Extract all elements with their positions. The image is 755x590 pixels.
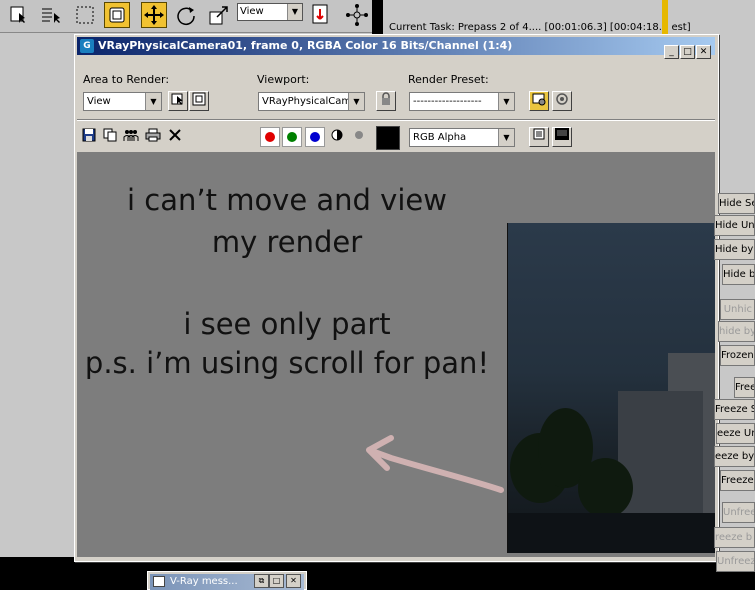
annotation-line-2: my render — [211, 225, 363, 259]
arrow-annotation — [366, 435, 504, 493]
clone-icon[interactable] — [102, 128, 118, 144]
blue-channel-toggle[interactable] — [305, 127, 325, 147]
command-panel-button[interactable]: Free — [734, 377, 755, 398]
rectangular-selection-icon[interactable] — [72, 2, 98, 28]
render-window-titlebar[interactable]: G VRayPhysicalCamera01, frame 0, RGBA Co… — [77, 37, 715, 59]
command-panel-button[interactable]: Hide b — [722, 264, 755, 285]
render-viewport[interactable]: i can’t move and view my render i see on… — [77, 152, 715, 557]
chevron-down-icon: ▼ — [348, 93, 364, 110]
display-channel-dropdown[interactable]: RGB Alpha ▼ — [409, 128, 515, 147]
status-panel: Current Task: Prepass 2 of 4.... [00:01:… — [383, 0, 755, 36]
chevron-down-icon: ▼ — [287, 4, 302, 20]
red-channel-toggle[interactable] — [260, 127, 280, 147]
render-setup-icon[interactable] — [529, 91, 549, 111]
vray-message-title: V-Ray mess... — [170, 576, 238, 587]
environment-icon[interactable] — [552, 91, 572, 111]
toggle-ui-overlays-icon[interactable] — [529, 127, 549, 147]
green-channel-toggle[interactable] — [282, 127, 302, 147]
area-to-render-dropdown[interactable]: View ▼ — [83, 92, 162, 111]
use-pivot-icon[interactable] — [308, 2, 334, 28]
command-panel-button[interactable]: reeze b — [714, 527, 755, 548]
monochrome-icon[interactable] — [351, 129, 367, 145]
maximize-icon[interactable]: □ — [680, 45, 695, 59]
select-object-icon[interactable] — [6, 2, 32, 28]
save-icon[interactable] — [81, 128, 97, 144]
command-panel-button[interactable]: Frozen — [720, 345, 755, 366]
command-panel-button[interactable]: eeze by — [714, 446, 755, 467]
viewport-value: VRayPhysicalCame — [262, 96, 358, 107]
command-panel-button[interactable]: eeze Ur — [716, 423, 755, 444]
toggle-ui-icon[interactable] — [552, 127, 572, 147]
command-panel-button[interactable]: Unfreez — [716, 551, 755, 572]
auto-region-icon[interactable] — [189, 91, 209, 111]
rotate-icon[interactable] — [173, 2, 199, 28]
render-window-title: VRayPhysicalCamera01, frame 0, RGBA Colo… — [98, 39, 513, 52]
edit-region-icon[interactable] — [168, 91, 188, 111]
window-controls: _ □ ✕ — [663, 39, 711, 59]
restore-icon[interactable]: ⧉ — [254, 574, 269, 588]
current-task-detail: Prepass 2 of 4.... [00:01:06.3] [00:04:1… — [457, 22, 691, 33]
command-panel-button[interactable]: Freeze S — [714, 399, 755, 420]
annotation-line-1: i can’t move and view — [127, 183, 447, 217]
lock-icon[interactable] — [376, 91, 396, 111]
max-logo-icon: G — [80, 39, 94, 53]
render-image — [507, 223, 715, 553]
vray-message-window[interactable]: V-Ray mess... ⧉ □ ✕ — [147, 571, 307, 590]
window-crossing-icon[interactable] — [104, 2, 130, 28]
color-swatch[interactable] — [376, 126, 400, 150]
clear-icon[interactable] — [167, 128, 183, 144]
command-panel-button[interactable]: Hide Se — [718, 193, 755, 214]
scale-icon[interactable] — [206, 2, 232, 28]
viewport-dropdown[interactable]: VRayPhysicalCame ▼ — [258, 92, 365, 111]
render-frame-window[interactable]: G VRayPhysicalCamera01, frame 0, RGBA Co… — [74, 34, 719, 562]
reference-coordinate-dropdown[interactable]: View ▼ — [237, 3, 303, 21]
area-to-render-label: Area to Render: — [83, 73, 170, 86]
chevron-down-icon: ▼ — [498, 93, 514, 110]
display-channel-value: RGB Alpha — [413, 132, 467, 143]
main-toolbar: View ▼ — [0, 0, 383, 33]
window-icon — [153, 576, 165, 587]
command-panel-button[interactable]: Freeze — [720, 470, 755, 491]
reference-coordinate-value: View — [240, 6, 264, 17]
annotation-line-4: p.s. i’m using scroll for pan! — [84, 346, 490, 380]
chevron-down-icon: ▼ — [145, 93, 161, 110]
multi-user-icon[interactable] — [123, 128, 139, 144]
print-icon[interactable] — [145, 128, 161, 144]
move-icon[interactable] — [141, 2, 167, 28]
command-panel-button[interactable]: Hide Uns — [714, 215, 755, 236]
alpha-channel-icon[interactable] — [329, 129, 345, 145]
close-icon[interactable]: ✕ — [696, 45, 711, 59]
render-preset-value: ------------------- — [413, 96, 482, 107]
maximize-icon[interactable]: □ — [269, 574, 284, 588]
annotation-line-3: i see only part — [183, 307, 391, 341]
command-panel-button[interactable]: hide by — [718, 321, 755, 342]
red-dot — [265, 132, 275, 142]
area-to-render-value: View — [87, 96, 111, 107]
viewport-label: Viewport: — [257, 73, 310, 86]
select-by-name-icon[interactable] — [38, 2, 64, 28]
ground-shape — [508, 513, 715, 553]
command-panel-button[interactable]: Hide by N — [714, 239, 755, 260]
close-icon[interactable]: ✕ — [286, 574, 301, 588]
tree-shape — [578, 458, 633, 518]
current-task-label: Current Task: — [389, 22, 455, 33]
command-panel-button[interactable]: Unfree — [722, 502, 755, 523]
blue-dot — [310, 132, 320, 142]
current-task-text: Current Task: Prepass 2 of 4.... [00:01:… — [389, 22, 691, 33]
command-panel-button[interactable]: Unhic — [720, 299, 755, 320]
render-preset-label: Render Preset: — [408, 73, 489, 86]
minimize-icon[interactable]: _ — [664, 45, 679, 59]
toolbar-separator — [77, 119, 715, 121]
render-preset-dropdown[interactable]: ------------------- ▼ — [409, 92, 515, 111]
manipulate-icon[interactable] — [344, 2, 370, 28]
chevron-down-icon: ▼ — [498, 129, 514, 146]
green-dot — [287, 132, 297, 142]
